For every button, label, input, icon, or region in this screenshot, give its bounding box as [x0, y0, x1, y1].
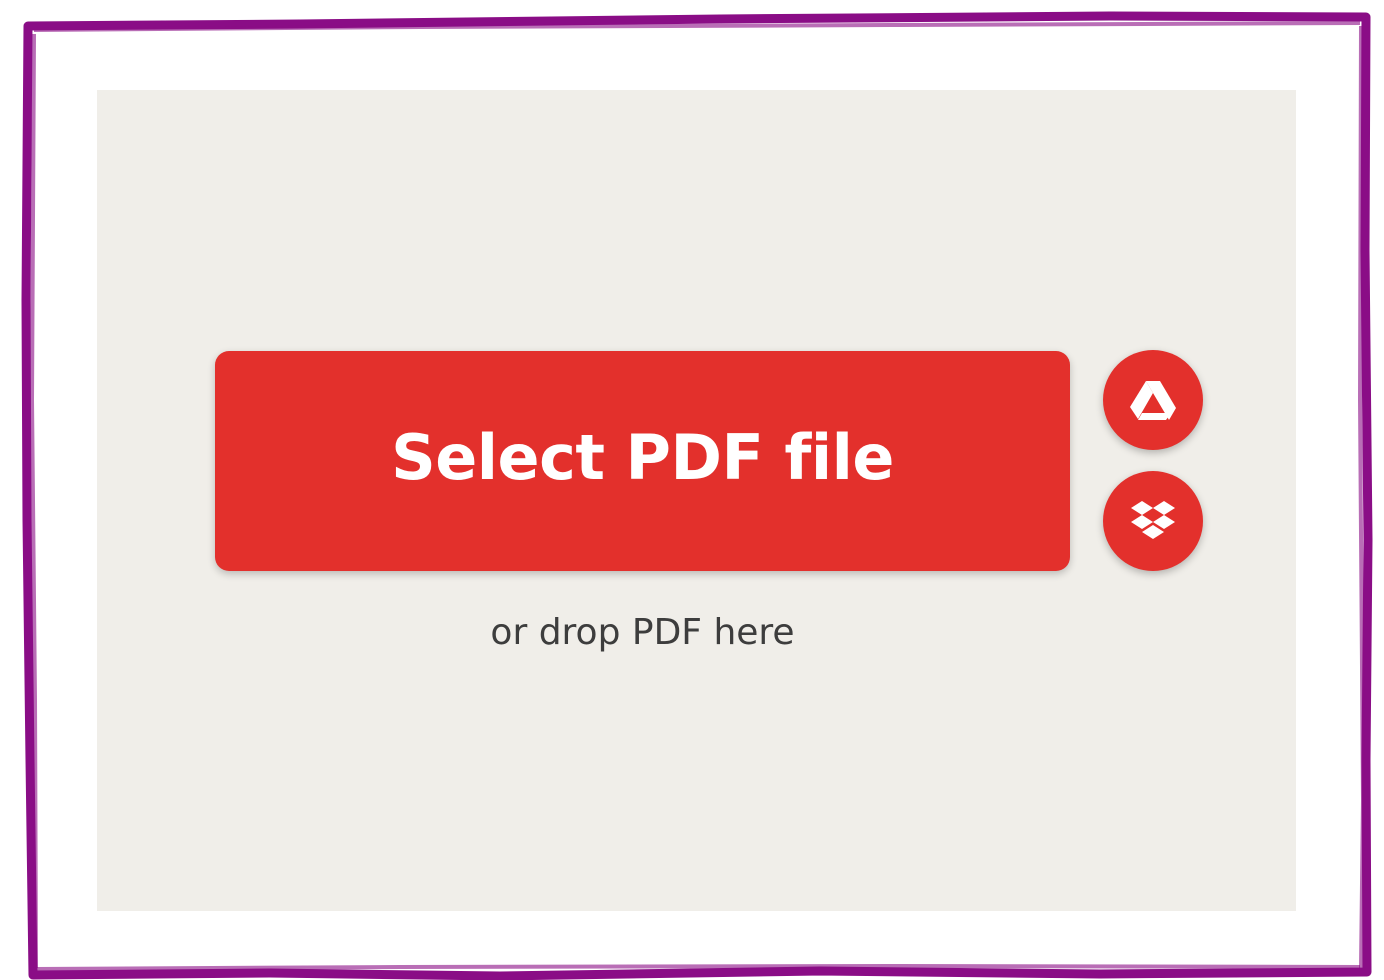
google-drive-button[interactable]: [1103, 350, 1203, 450]
select-pdf-file-label: Select PDF file: [391, 420, 894, 494]
select-pdf-file-button[interactable]: Select PDF file: [215, 351, 1070, 571]
google-drive-icon: [1130, 381, 1176, 420]
drop-hint-text: or drop PDF here: [490, 612, 795, 653]
dropbox-icon: [1131, 501, 1175, 539]
dropbox-button[interactable]: [1103, 471, 1203, 571]
